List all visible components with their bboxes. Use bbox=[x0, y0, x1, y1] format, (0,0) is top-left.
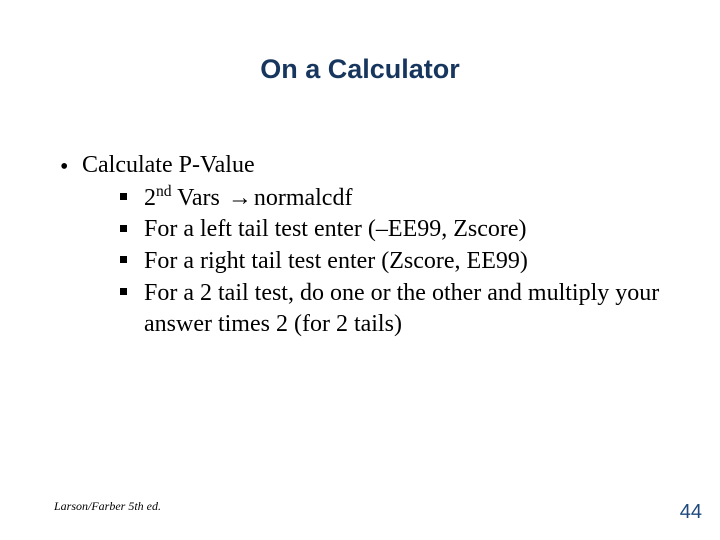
slide: On a Calculator • Calculate P-Value 2nd … bbox=[0, 0, 720, 540]
square-bullet-icon bbox=[120, 225, 127, 232]
footer-attribution: Larson/Farber 5th ed. bbox=[54, 499, 161, 514]
sub-bullet-list: 2nd Vars →normalcdf For a left tail test… bbox=[82, 183, 666, 340]
bullet-level1: • Calculate P-Value 2nd Vars →normalcdf … bbox=[54, 150, 666, 339]
sub4-text: For a 2 tail test, do one or the other a… bbox=[144, 280, 659, 337]
sub-bullet-4: For a 2 tail test, do one or the other a… bbox=[82, 278, 666, 339]
sub1-sup: nd bbox=[156, 183, 172, 200]
square-bullet-icon bbox=[120, 256, 127, 263]
sub-bullet-1: 2nd Vars →normalcdf bbox=[82, 183, 666, 214]
arrow-icon: → bbox=[226, 184, 254, 211]
sub1-after: normalcdf bbox=[254, 185, 353, 211]
bullet-dot-icon: • bbox=[60, 152, 68, 183]
slide-body: • Calculate P-Value 2nd Vars →normalcdf … bbox=[54, 150, 666, 343]
sub1-rest: Vars bbox=[172, 185, 226, 211]
square-bullet-icon bbox=[120, 193, 127, 200]
sub-bullet-3: For a right tail test enter (Zscore, EE9… bbox=[82, 246, 666, 277]
square-bullet-icon bbox=[120, 288, 127, 295]
sub2-text: For a left tail test enter (–EE99, Zscor… bbox=[144, 216, 527, 242]
page-number: 44 bbox=[680, 501, 702, 524]
sub-bullet-2: For a left tail test enter (–EE99, Zscor… bbox=[82, 214, 666, 245]
sub1-prefix: 2 bbox=[144, 185, 156, 211]
bullet1-label: Calculate P-Value bbox=[82, 152, 255, 178]
sub3-text: For a right tail test enter (Zscore, EE9… bbox=[144, 248, 528, 274]
slide-title: On a Calculator bbox=[0, 54, 720, 85]
